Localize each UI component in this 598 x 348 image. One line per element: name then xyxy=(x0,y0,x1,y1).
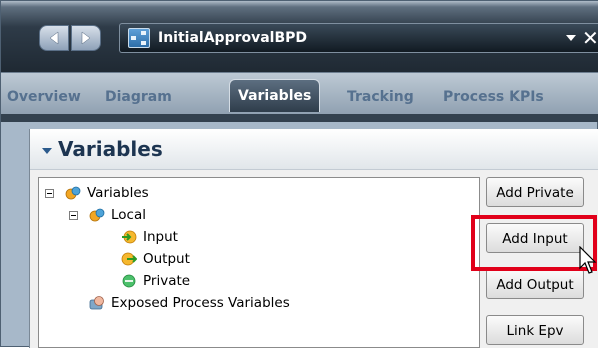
document-tab[interactable]: InitialApprovalBPD ✕ xyxy=(119,23,598,53)
panel-header[interactable]: Variables xyxy=(30,129,598,170)
variables-group-icon xyxy=(89,208,105,222)
add-private-button[interactable]: Add Private xyxy=(486,177,584,207)
tree-item-label: Local xyxy=(111,207,146,223)
panel-title: Variables xyxy=(58,137,163,161)
tab-diagram[interactable]: Diagram xyxy=(105,85,172,109)
link-epv-button[interactable]: Link Epv xyxy=(486,315,584,345)
title-bar: InitialApprovalBPD ✕ xyxy=(1,1,598,72)
tab-process-kpis[interactable]: Process KPIs xyxy=(443,85,544,109)
mouse-pointer-icon xyxy=(579,246,597,274)
tree-item-label: Exposed Process Variables xyxy=(111,295,290,311)
tab-variables[interactable]: Variables xyxy=(229,79,321,112)
document-title: InitialApprovalBPD xyxy=(158,30,308,46)
nav-forward-button[interactable] xyxy=(71,25,101,51)
dropdown-arrow-icon[interactable] xyxy=(566,35,576,41)
editor-window: InitialApprovalBPD ✕ Overview Diagram Va… xyxy=(0,0,598,348)
tab-tracking[interactable]: Tracking xyxy=(347,85,414,109)
tree-item-label: Output xyxy=(143,251,190,267)
add-output-button[interactable]: Add Output xyxy=(486,269,584,299)
collapse-toggle-icon[interactable] xyxy=(69,211,78,220)
tab-strip-divider xyxy=(1,114,598,122)
process-diagram-icon xyxy=(128,28,150,48)
input-arrow-icon xyxy=(122,230,137,244)
nav-back-button[interactable] xyxy=(39,25,69,51)
private-dot-icon xyxy=(122,274,136,288)
tree-item-label: Private xyxy=(143,273,191,289)
output-arrow-icon xyxy=(121,252,137,266)
collapse-triangle-icon[interactable] xyxy=(42,148,52,154)
tree-item-label: Input xyxy=(143,229,178,245)
variables-group-icon xyxy=(65,186,81,200)
close-icon[interactable]: ✕ xyxy=(582,26,598,50)
nav-back-icon xyxy=(49,31,59,45)
tab-overview[interactable]: Overview xyxy=(7,85,81,109)
editor-tab-strip: Overview Diagram Variables Tracking Proc… xyxy=(1,72,598,116)
nav-forward-icon xyxy=(81,31,91,45)
exposed-variables-icon xyxy=(89,296,104,310)
collapse-toggle-icon[interactable] xyxy=(45,189,54,198)
variables-tree: Variables Local Input Output Private Exp… xyxy=(38,177,480,348)
tree-item-label: Variables xyxy=(87,185,149,201)
